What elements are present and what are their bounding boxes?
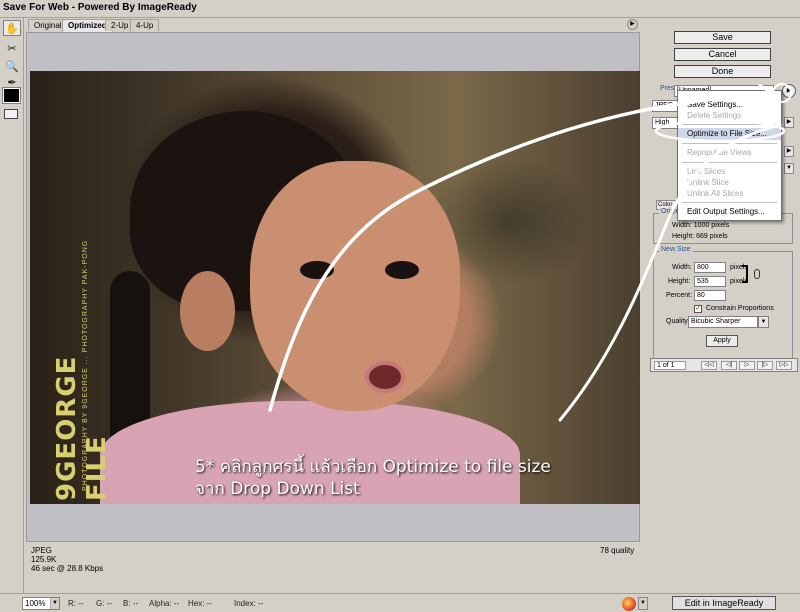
done-button[interactable]: Done [674, 65, 771, 78]
readout-index: Index: -- [234, 599, 264, 608]
instruction-caption: 5* คลิกลูกศรนี้ แล้วเลือก Optimize to fi… [195, 456, 551, 500]
percent-label: Percent: [666, 292, 693, 299]
preview-image: 9GEORGE FILE PHOTOGRAPHY BY 9GEORGE ... … [30, 71, 640, 504]
percent-field[interactable]: 80 [694, 290, 726, 301]
status-quality: 78 quality [600, 546, 635, 555]
last-frame-icon[interactable]: ▷▷ [776, 361, 792, 370]
blur-arrow-icon[interactable]: ▶ [784, 146, 794, 157]
optimization-info: JPEG 125.9K 46 sec @ 28.8 Kbps [31, 546, 103, 573]
width-label: Width: [672, 264, 692, 271]
height-field[interactable]: 535 [694, 276, 726, 287]
play-icon[interactable]: ▷ [739, 361, 755, 370]
hand-icon[interactable]: ✋ [3, 20, 21, 36]
slice-select-icon[interactable]: ✂ [3, 40, 21, 56]
chevron-down-icon[interactable]: ▼ [758, 316, 769, 328]
zoom-icon[interactable]: 🔍 [3, 58, 21, 74]
height-label: Height: [668, 278, 691, 285]
title-bar: Save For Web - Powered By ImageReady [0, 0, 800, 18]
resample-quality-select[interactable]: Bicubic Sharper [688, 316, 758, 328]
bottom-bar: 100% ▼ R: -- G: -- B: -- Alpha: -- Hex: … [0, 593, 800, 612]
menu-item-delete-settings: Delete Settings [687, 111, 742, 120]
view-menu-arrow-icon[interactable]: ▶ [627, 19, 638, 30]
zoom-chevron-down-icon[interactable]: ▼ [50, 598, 59, 609]
readout-hex: Hex: -- [188, 599, 212, 608]
photo-face [250, 161, 460, 411]
menu-separator [682, 162, 777, 163]
status-time: 46 sec @ 28.8 Kbps [31, 564, 104, 573]
menu-separator [682, 202, 777, 203]
menu-separator [682, 143, 777, 144]
new-size-title: New Size [659, 246, 693, 253]
animation-bar: 1 of 1 ◁◁ ◁| ▷ |▷ ▷▷ [650, 358, 798, 372]
apply-button[interactable]: Apply [706, 335, 738, 347]
toggle-slices-visibility-icon[interactable] [4, 109, 18, 119]
frame-count: 1 of 1 [654, 361, 686, 370]
cancel-button[interactable]: Cancel [674, 48, 771, 61]
readout-g: G: -- [96, 599, 112, 608]
width-field[interactable]: 800 [694, 262, 726, 273]
view-tabs: Original Optimized 2-Up 4-Up [25, 19, 640, 32]
preview-canvas[interactable]: 9GEORGE FILE PHOTOGRAPHY BY 9GEORGE ... … [26, 32, 640, 542]
photo-eye-left [300, 261, 334, 279]
window-title: Save For Web - Powered By ImageReady [3, 2, 197, 13]
eyedropper-color-swatch[interactable] [2, 87, 21, 104]
status-format: JPEG [31, 546, 52, 555]
tab-4-up[interactable]: 4-Up [130, 19, 160, 31]
next-frame-icon[interactable]: |▷ [757, 361, 773, 370]
preview-in-browser-icon[interactable] [622, 597, 636, 611]
status-size: 125.9K [31, 555, 57, 564]
optimize-dropdown-menu: Save Settings... Delete Settings Optimiz… [677, 90, 782, 221]
new-size-group: New Size Width: 800 pixels Height: 535 p… [653, 246, 793, 363]
chain-link-icon [754, 269, 760, 279]
menu-separator [682, 124, 777, 125]
caption-line-2: จาก Drop Down List [195, 479, 360, 499]
watermark: 9GEORGE FILE PHOTOGRAPHY BY 9GEORGE ... … [52, 240, 112, 501]
readout-b: B: -- [123, 599, 139, 608]
resample-quality-label: Quality: [666, 318, 690, 325]
constrain-proportions-checkbox[interactable]: ✓ [694, 305, 702, 313]
readout-alpha: Alpha: -- [149, 599, 180, 608]
optimize-menu-arrow-icon[interactable]: ▶ [782, 84, 796, 98]
photo-eye-right [385, 261, 419, 279]
menu-item-edit-output-settings[interactable]: Edit Output Settings... [678, 206, 781, 218]
browser-chevron-down-icon[interactable]: ▼ [638, 597, 648, 610]
previous-frame-icon[interactable]: ◁| [721, 361, 737, 370]
first-frame-icon[interactable]: ◁◁ [701, 361, 717, 370]
save-button[interactable]: Save [674, 31, 771, 44]
watermark-credit: PHOTOGRAPHY BY 9GEORGE ... PHOTOGRAPHY P… [82, 239, 89, 491]
caption-line-1: 5* คลิกลูกศรนี้ แล้วเลือก Optimize to fi… [195, 457, 551, 477]
matte-arrow-icon[interactable]: ▼ [784, 163, 794, 174]
photo-ear [180, 271, 235, 351]
readout-r: R: -- [68, 599, 84, 608]
menu-item-unlink-all-slices: Unlink All Slices [687, 189, 744, 198]
menu-item-repopulate-views: Repopulate Views [687, 148, 752, 157]
constrain-link-bracket [742, 265, 748, 283]
original-width: Width: 1000 pixels [672, 222, 730, 229]
menu-item-optimize-to-file-size[interactable]: Optimize to File Size... [678, 128, 781, 140]
toolbox: ✋ ✂ 🔍 ✒ [0, 18, 24, 593]
original-height: Height: 669 pixels [672, 233, 728, 240]
quality-arrow-icon[interactable]: ▶ [784, 117, 794, 128]
constrain-proportions-label: Constrain Proportions [706, 305, 774, 312]
edit-in-imageready-button[interactable]: Edit in ImageReady [672, 596, 776, 610]
photo-mouth [365, 361, 405, 393]
